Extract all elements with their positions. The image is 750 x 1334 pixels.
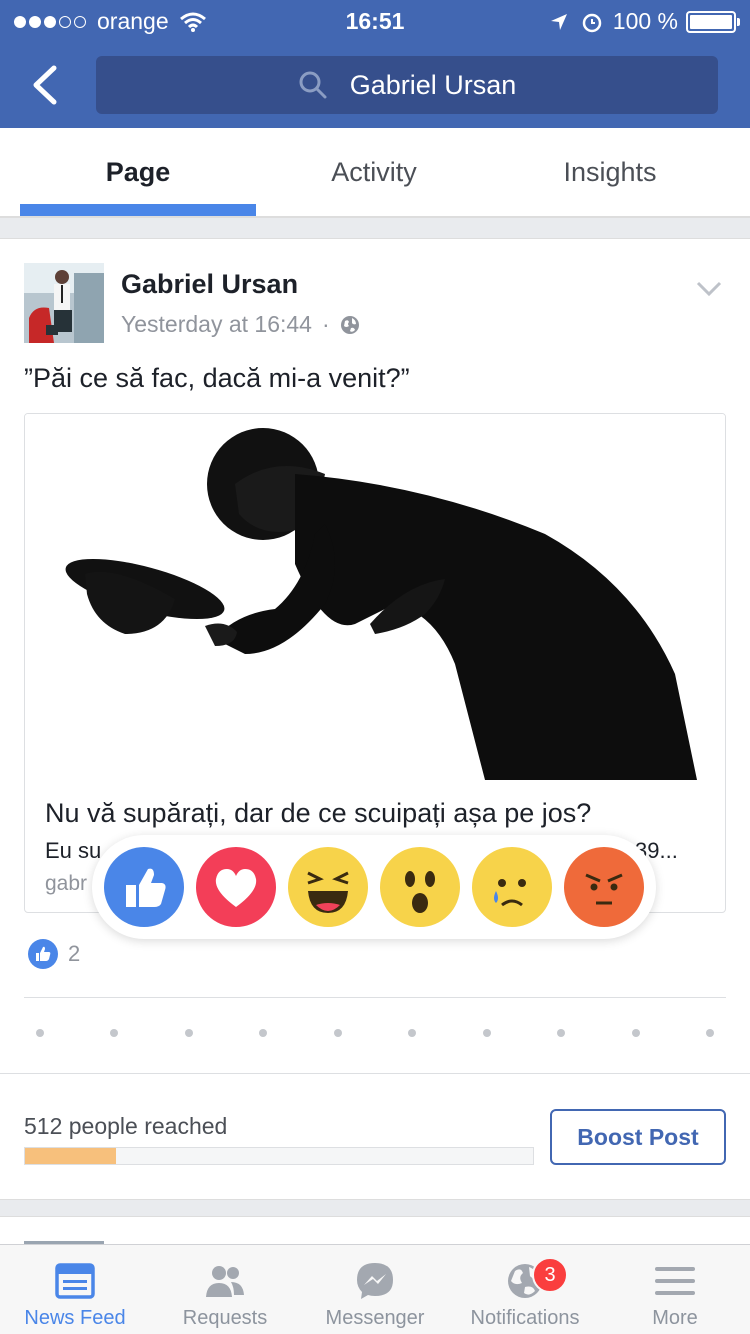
nav-notifications[interactable]: 3 Notifications (450, 1245, 600, 1334)
nav-more[interactable]: More (600, 1245, 750, 1334)
post-card: Gabriel Ursan Yesterday at 16:44 · ”Păi … (0, 238, 750, 1200)
search-text: Gabriel Ursan (349, 69, 517, 100)
page-tabs: Page Activity Insights (0, 128, 750, 218)
nav-news-feed[interactable]: News Feed (0, 1245, 150, 1334)
avatar[interactable] (24, 263, 104, 343)
reaction-picker (92, 835, 656, 939)
chevron-down-icon[interactable] (696, 281, 722, 297)
notification-badge: 3 (532, 1257, 568, 1293)
insights-divider (0, 1073, 750, 1074)
link-image (25, 414, 725, 780)
nav-label: More (652, 1307, 698, 1329)
battery-icon (686, 10, 740, 33)
like-reaction-icon[interactable] (104, 847, 184, 927)
action-divider (24, 997, 726, 998)
bottom-tab-bar: News Feed Requests Messenger 3 Notificat… (0, 1244, 750, 1334)
like-summary[interactable]: 2 (28, 939, 80, 969)
link-domain: gabr (45, 872, 88, 895)
search-bar[interactable]: Gabriel Ursan (96, 56, 718, 114)
reach-progress-fill (25, 1148, 117, 1164)
nav-requests[interactable]: Requests (150, 1245, 300, 1334)
menu-icon (655, 1267, 695, 1295)
link-description: Eu su (45, 838, 102, 863)
post-author[interactable]: Gabriel Ursan (121, 269, 298, 300)
haha-reaction-icon[interactable] (288, 847, 368, 927)
like-badge-icon (28, 939, 58, 969)
tab-activity[interactable]: Activity (256, 128, 492, 216)
alarm-icon (582, 13, 602, 32)
post-text: ”Păi ce să fac, dacă mi-a venit?” (24, 363, 410, 393)
sad-reaction-icon[interactable] (472, 847, 552, 927)
active-tab-indicator (20, 204, 256, 216)
angry-reaction-icon[interactable] (564, 847, 644, 927)
post-meta: Yesterday at 16:44 · (121, 311, 360, 338)
reach-progress-bar (24, 1147, 534, 1165)
post-timestamp[interactable]: Yesterday at 16:44 (121, 311, 312, 338)
nav-label: Messenger (325, 1307, 425, 1329)
love-reaction-icon[interactable] (196, 847, 276, 927)
friend-requests-icon (206, 1266, 244, 1297)
back-arrow-icon[interactable] (26, 60, 66, 110)
status-bar: orange 16:51 100 % (0, 0, 750, 40)
nav-messenger[interactable]: Messenger (300, 1245, 450, 1334)
nav-label: Requests (182, 1307, 268, 1329)
location-arrow-icon (550, 13, 567, 30)
tab-insights[interactable]: Insights (492, 128, 728, 216)
tab-page[interactable]: Page (20, 128, 256, 216)
search-icon (299, 71, 327, 99)
app-header: orange 16:51 100 % Gabriel Ursan (0, 0, 750, 128)
news-feed-icon (55, 1263, 95, 1299)
like-count: 2 (68, 941, 81, 966)
link-title: Nu vă supărați, dar de ce scuipați așa p… (45, 798, 592, 828)
boost-post-button[interactable]: Boost Post (550, 1109, 726, 1165)
people-reached: 512 people reached (24, 1113, 228, 1139)
loading-dots (24, 1029, 726, 1037)
battery-percent: 100 % (612, 8, 678, 34)
nav-label: Notifications (470, 1307, 580, 1329)
public-globe-icon (340, 315, 359, 334)
nav-label: News Feed (24, 1307, 126, 1329)
messenger-icon (357, 1263, 393, 1299)
wow-reaction-icon[interactable] (380, 847, 460, 927)
meta-separator: · (321, 311, 330, 337)
